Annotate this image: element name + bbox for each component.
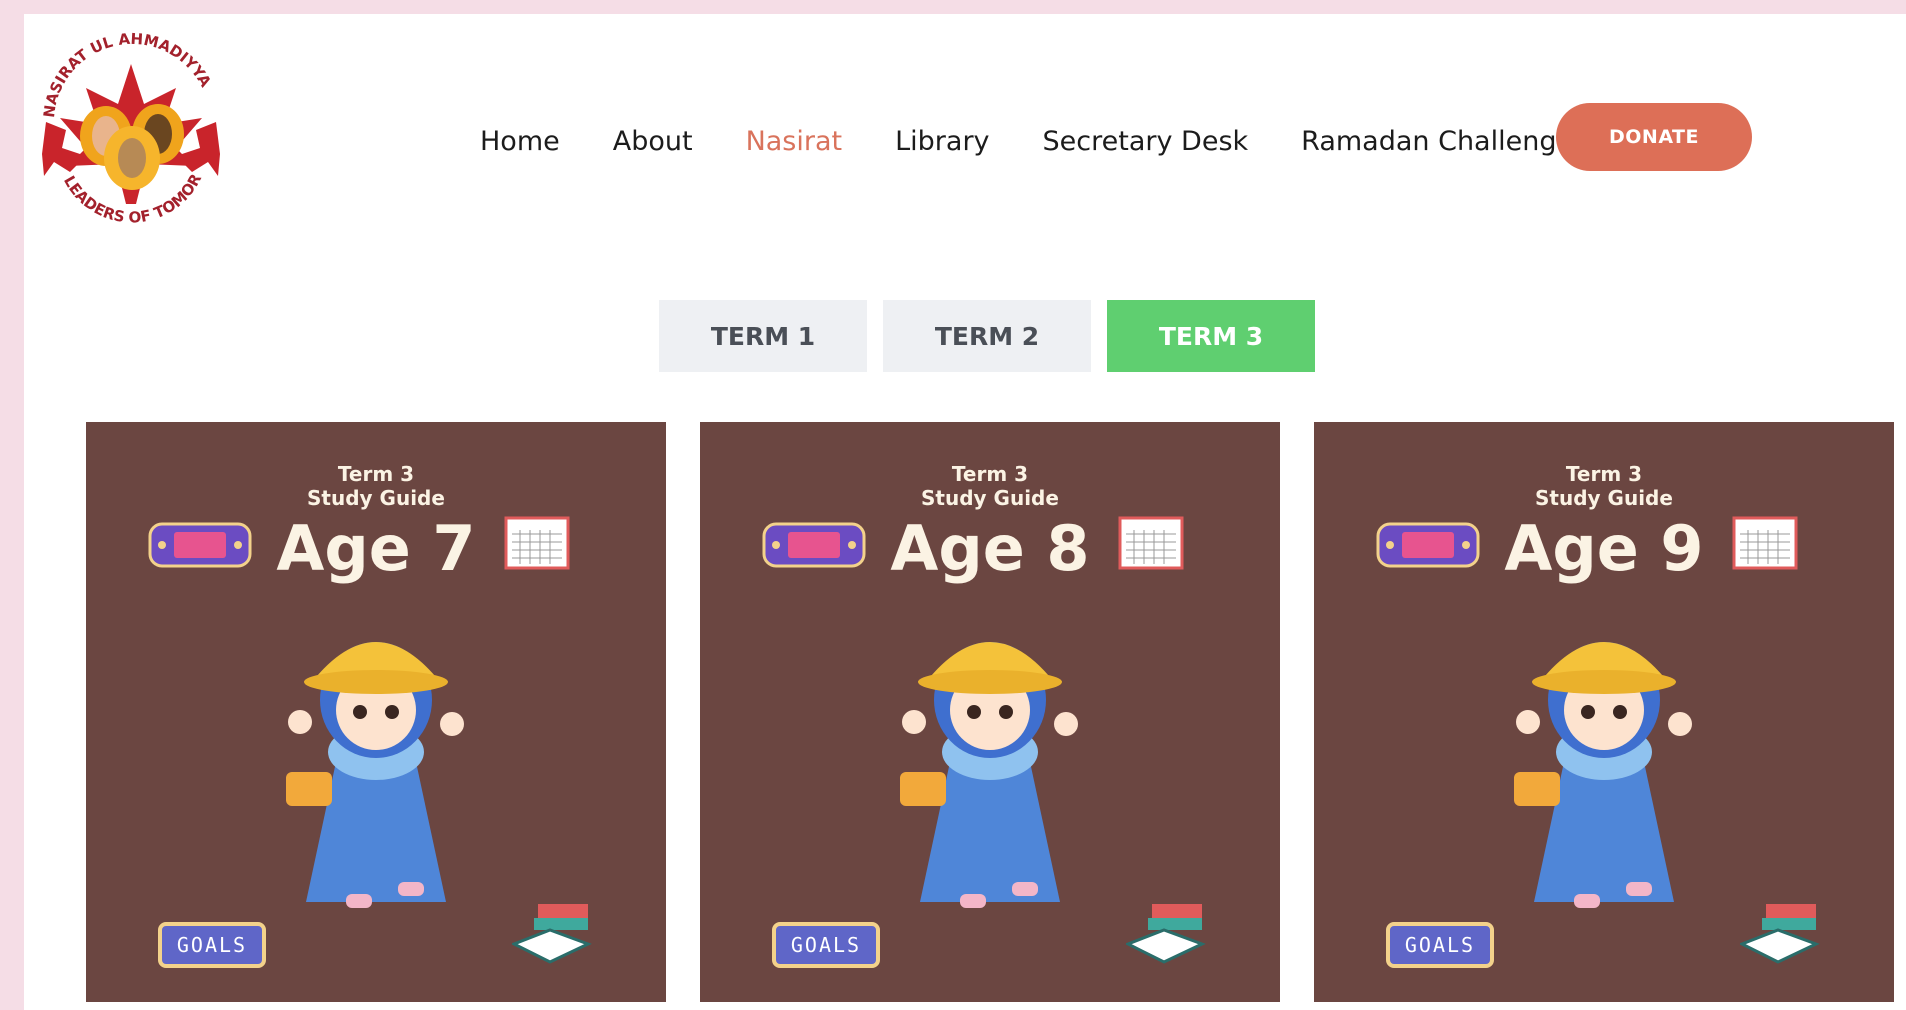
study-guide-card-age-9[interactable]: Term 3 Study Guide Age 9 GOALS	[1314, 422, 1894, 1002]
nav-about[interactable]: About	[613, 126, 693, 157]
site-logo[interactable]: NASIRAT UL AHMADIYYA LEADERS OF TOMORROW	[26, 26, 236, 256]
card-subtitle: Term 3 Study Guide	[921, 462, 1059, 510]
girl-illustration	[900, 642, 1078, 908]
donate-button[interactable]: DONATE	[1556, 103, 1752, 171]
tab-term-2[interactable]: TERM 2	[883, 300, 1091, 372]
books-icon	[512, 904, 592, 964]
goals-badge: GOALS	[1386, 922, 1494, 968]
goals-badge: GOALS	[158, 922, 266, 968]
calendar-icon	[1732, 516, 1798, 570]
card-subtitle: Term 3 Study Guide	[1535, 462, 1673, 510]
calendar-icon	[1118, 516, 1184, 570]
nav-secretary-desk[interactable]: Secretary Desk	[1043, 126, 1249, 157]
nav-home[interactable]: Home	[480, 126, 560, 157]
nav-ramadan-challenge[interactable]: Ramadan Challenge	[1301, 126, 1573, 157]
girl-illustration	[286, 642, 464, 908]
calendar-icon	[504, 516, 570, 570]
game-console-icon	[148, 522, 252, 568]
tab-term-3[interactable]: TERM 3	[1107, 300, 1315, 372]
books-icon	[1126, 904, 1206, 964]
card-subtitle: Term 3 Study Guide	[307, 462, 445, 510]
game-console-icon	[1376, 522, 1480, 568]
tab-term-1[interactable]: TERM 1	[659, 300, 867, 372]
study-guide-card-age-7[interactable]: Term 3 Study Guide Age 7 GOALS	[86, 422, 666, 1002]
goals-badge: GOALS	[772, 922, 880, 968]
study-guide-card-age-8[interactable]: Term 3 Study Guide Age 8 GOALS	[700, 422, 1280, 1002]
term-tabs: TERM 1 TERM 2 TERM 3	[659, 300, 1315, 372]
nav-library[interactable]: Library	[895, 126, 989, 157]
page: NASIRAT UL AHMADIYYA LEADERS OF TOMORROW…	[24, 14, 1906, 1010]
main-nav: Home About Nasirat Library Secretary Des…	[480, 126, 1626, 157]
books-icon	[1740, 904, 1820, 964]
nav-nasirat[interactable]: Nasirat	[746, 126, 843, 157]
girl-illustration	[1514, 642, 1692, 908]
study-guide-cards: Term 3 Study Guide Age 7 GOALS Term 3 St…	[86, 422, 1894, 1002]
game-console-icon	[762, 522, 866, 568]
